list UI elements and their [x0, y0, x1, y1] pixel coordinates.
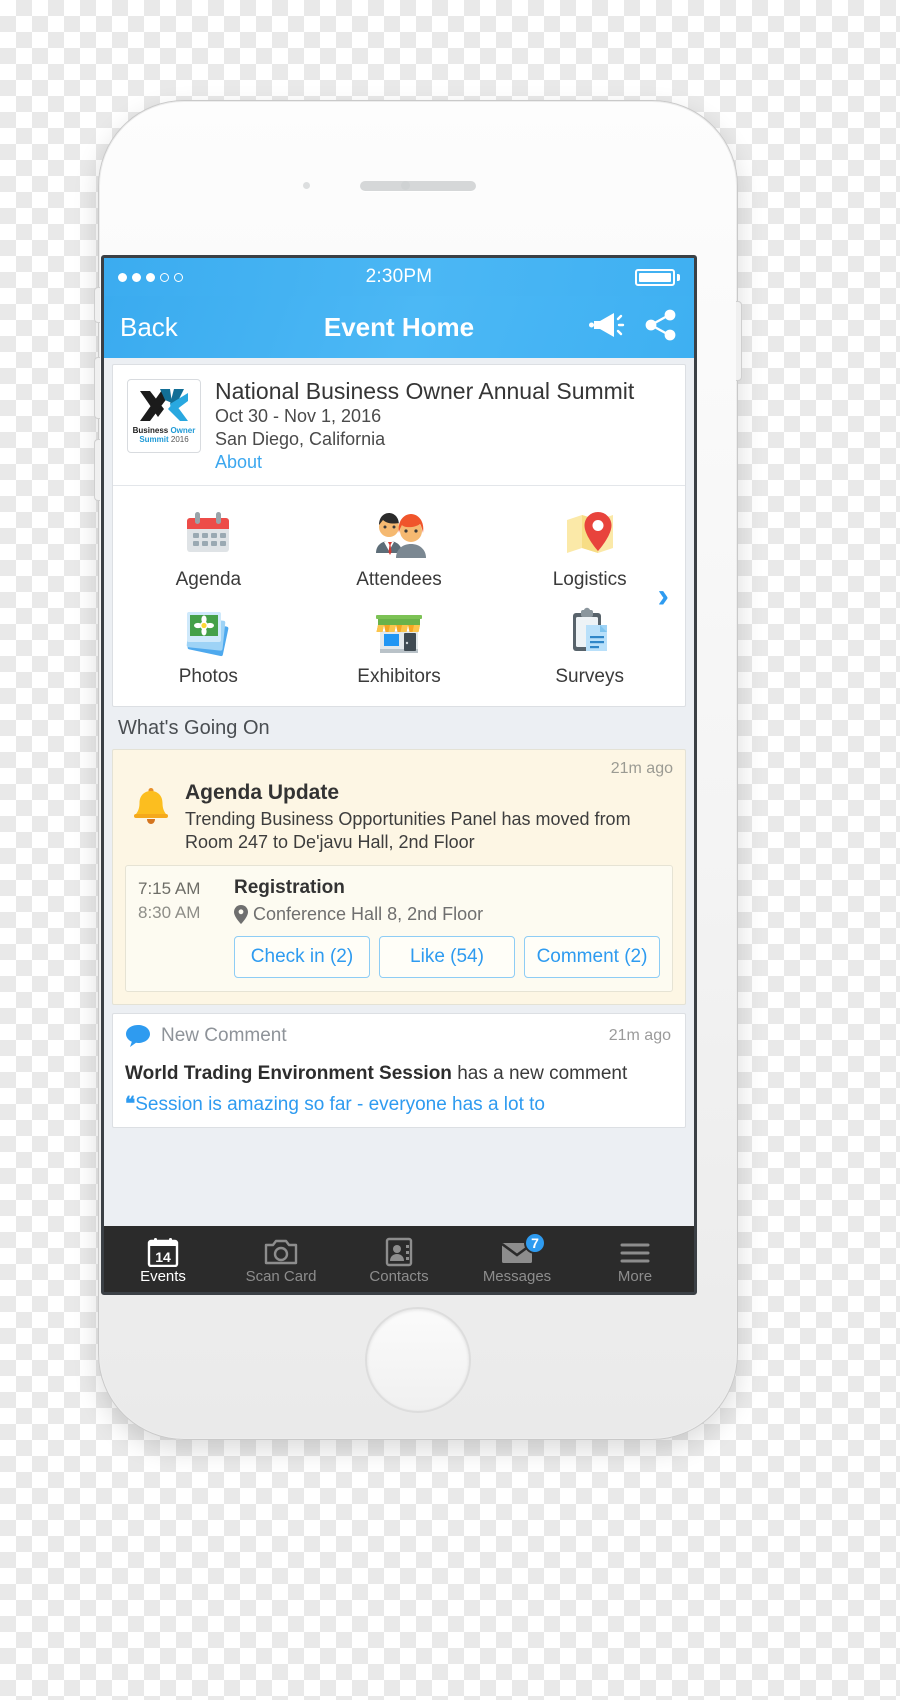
- check-in-button[interactable]: Check in (2): [234, 935, 370, 978]
- about-link[interactable]: About: [215, 452, 671, 473]
- logo-word-summit: Summit: [139, 435, 169, 445]
- comment-kind-label: New Comment: [161, 1024, 287, 1046]
- comment-subject-line: World Trading Environment Session has a …: [125, 1062, 671, 1087]
- event-dates: Oct 30 - Nov 1, 2016: [215, 405, 382, 426]
- grid-item-surveys[interactable]: Surveys: [494, 595, 685, 692]
- comment-quote-text: Session is amazing so far - everyone has…: [135, 1093, 545, 1115]
- logo-word-year: 2016: [170, 435, 189, 445]
- camera-icon: [264, 1237, 298, 1267]
- clipboard-icon: [572, 607, 607, 651]
- megaphone-icon[interactable]: [588, 310, 628, 345]
- session-row[interactable]: 7:15 AM 8:30 AM Registration Conference …: [125, 864, 673, 992]
- hamburger-icon: [618, 1237, 652, 1267]
- status-bar: 2:30PM: [104, 258, 694, 296]
- phone-screen: 2:30PM Back Event Home Business Owner Su…: [101, 255, 697, 1295]
- logo-word-business: Business: [132, 426, 169, 436]
- scroll-content[interactable]: Business Owner Summit 2016 National Busi…: [104, 358, 694, 1226]
- event-card: Business Owner Summit 2016 National Busi…: [112, 364, 686, 707]
- navigation-bar: Back Event Home: [104, 296, 694, 358]
- grid-label-photos: Photos: [178, 665, 238, 687]
- session-times: 7:15 AM 8:30 AM: [138, 877, 222, 978]
- session-location-text: Conference Hall 8, 2nd Floor: [253, 903, 484, 924]
- feature-icon-grid: Agenda Attendees Logistics Photos Exhibi…: [113, 484, 685, 706]
- home-button[interactable]: [365, 1307, 471, 1413]
- event-location: San Diego, California: [215, 428, 386, 449]
- earpiece-speaker: [360, 181, 476, 191]
- volume-up-button[interactable]: [94, 357, 100, 419]
- tab-more[interactable]: More: [576, 1226, 694, 1292]
- calendar-14-icon: 14: [146, 1237, 180, 1268]
- grid-item-logistics[interactable]: Logistics: [494, 498, 685, 595]
- tab-label-scan-card: Scan Card: [245, 1268, 317, 1285]
- alert-title: Agenda Update: [185, 780, 340, 804]
- business-owner-summit-logo: Business Owner Summit 2016: [127, 379, 201, 453]
- like-button[interactable]: Like (54): [379, 935, 515, 978]
- proximity-sensor: [303, 182, 310, 189]
- grid-label-attendees: Attendees: [356, 568, 442, 590]
- photos-icon: [187, 611, 229, 656]
- session-location: Conference Hall 8, 2nd Floor: [234, 904, 660, 925]
- share-icon[interactable]: [644, 309, 678, 346]
- grid-item-attendees[interactable]: Attendees: [304, 498, 495, 595]
- tab-label-contacts: Contacts: [369, 1268, 429, 1285]
- session-start-time: 7:15 AM: [138, 878, 201, 898]
- power-button[interactable]: [736, 301, 742, 381]
- grid-item-agenda[interactable]: Agenda: [113, 498, 304, 595]
- battery-full-icon: [635, 268, 680, 286]
- agenda-update-card[interactable]: 21m ago Agenda Update Trending Business …: [112, 748, 686, 1005]
- grid-label-exhibitors: Exhibitors: [357, 665, 441, 687]
- alert-timestamp: 21m ago: [610, 759, 673, 777]
- comment-quote[interactable]: ❝Session is amazing so far - everyone ha…: [125, 1093, 671, 1118]
- tab-label-events: Events: [140, 1268, 186, 1285]
- chevron-right-icon[interactable]: ›: [658, 579, 669, 613]
- logo-word-owner: Owner: [170, 426, 196, 436]
- comment-timestamp: 21m ago: [608, 1026, 671, 1044]
- people-icon: [376, 512, 426, 558]
- comment-suffix: has a new comment: [451, 1062, 628, 1084]
- tab-label-messages: Messages: [482, 1268, 552, 1285]
- bottom-tab-bar: 14 Events Scan Card Contacts 7 Messages …: [104, 1226, 694, 1292]
- grid-item-photos[interactable]: Photos: [113, 595, 304, 692]
- calendar-icon: [187, 511, 230, 552]
- tab-events[interactable]: 14 Events: [104, 1226, 222, 1292]
- grid-label-agenda: Agenda: [175, 568, 242, 590]
- back-button[interactable]: Back: [120, 312, 178, 343]
- quote-mark-icon: ❝: [125, 1093, 136, 1115]
- silent-switch[interactable]: [94, 287, 100, 323]
- location-pin-icon: [234, 904, 248, 924]
- grid-label-logistics: Logistics: [552, 568, 627, 590]
- volume-down-button[interactable]: [94, 439, 100, 501]
- event-title: National Business Owner Annual Summit: [215, 378, 635, 404]
- front-camera: [401, 181, 410, 190]
- section-title-whats-going-on: What's Going On: [104, 706, 694, 749]
- tab-messages[interactable]: 7 Messages: [458, 1226, 576, 1292]
- event-header: Business Owner Summit 2016 National Busi…: [113, 365, 685, 485]
- storefront-icon: [376, 614, 422, 653]
- session-end-time: 8:30 AM: [138, 903, 201, 923]
- phone-device: 2:30PM Back Event Home Business Owner Su…: [94, 100, 742, 1440]
- tab-contacts[interactable]: Contacts: [340, 1226, 458, 1292]
- tab-scan-card[interactable]: Scan Card: [222, 1226, 340, 1292]
- comment-button[interactable]: Comment (2): [524, 935, 660, 978]
- svg-text:14: 14: [155, 1249, 171, 1265]
- tab-label-more: More: [617, 1268, 653, 1285]
- status-time: 2:30PM: [365, 266, 433, 287]
- alert-text: Trending Business Opportunities Panel ha…: [185, 809, 631, 853]
- grid-label-surveys: Surveys: [555, 665, 624, 687]
- session-action-buttons: Check in (2) Like (54) Comment (2): [234, 935, 660, 978]
- messages-badge: 7: [524, 1232, 546, 1254]
- comment-subject: World Trading Environment Session: [125, 1062, 452, 1084]
- contact-card-icon: [382, 1237, 416, 1267]
- bell-icon: [134, 787, 168, 824]
- new-comment-card[interactable]: New Comment 21m ago World Trading Enviro…: [112, 1012, 686, 1129]
- session-title: Registration: [234, 876, 345, 898]
- envelope-icon: 7: [500, 1232, 546, 1267]
- map-pin-icon: [566, 511, 613, 553]
- speech-bubble-icon: [126, 1024, 150, 1047]
- grid-item-exhibitors[interactable]: Exhibitors: [304, 595, 495, 692]
